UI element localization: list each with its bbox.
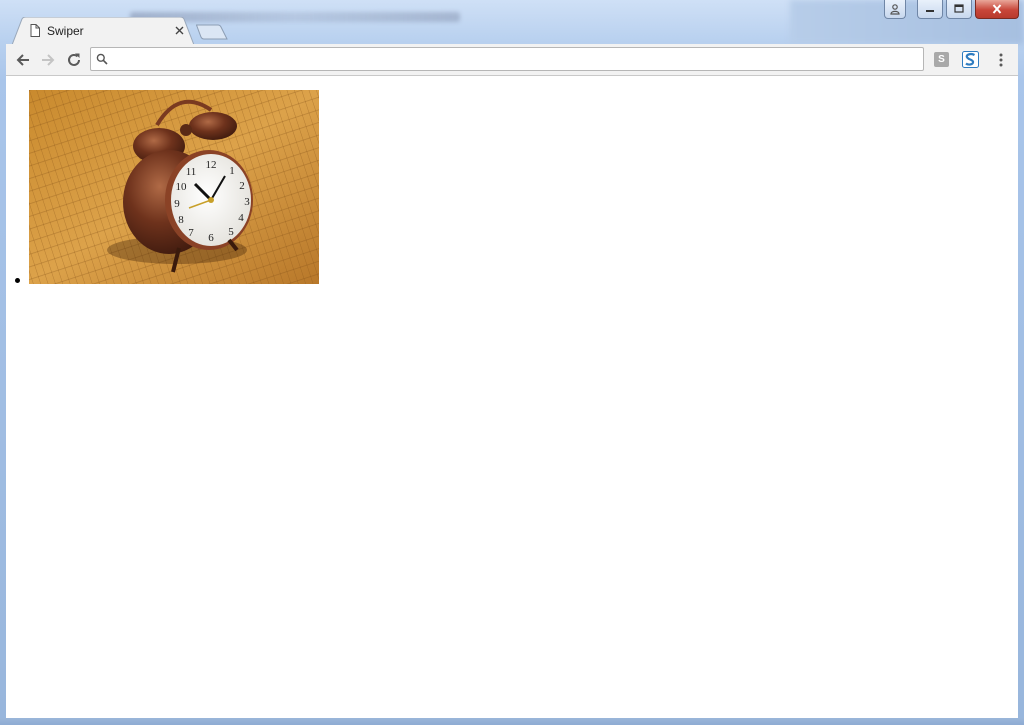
user-icon: [890, 4, 900, 15]
maximize-button[interactable]: [946, 0, 972, 19]
arrow-right-icon: [42, 54, 55, 66]
reload-button[interactable]: [64, 50, 84, 70]
profile-button[interactable]: [884, 0, 906, 19]
tab-swiper[interactable]: Swiper: [12, 17, 194, 45]
new-tab-button[interactable]: [196, 24, 228, 40]
address-bar[interactable]: [90, 47, 924, 71]
maximize-icon: [954, 4, 964, 13]
s-extension-label: S: [938, 54, 945, 65]
tab-close-button[interactable]: [172, 23, 186, 37]
svg-text:11: 11: [186, 166, 197, 178]
forward-button[interactable]: [38, 50, 58, 70]
reload-icon: [68, 53, 80, 66]
s-extension-button[interactable]: S: [934, 52, 949, 67]
kebab-menu-icon[interactable]: [994, 52, 1008, 68]
close-window-button[interactable]: [975, 0, 1019, 19]
svg-text:1: 1: [229, 165, 235, 177]
window-controls: [884, 0, 1019, 20]
browser-toolbar: S: [6, 44, 1018, 76]
minimize-icon: [926, 10, 934, 12]
page-viewport: 12 1 2 3 4 5 6 7 8 9 10 11: [6, 76, 1018, 718]
svg-text:7: 7: [188, 227, 194, 239]
tab-title: Swiper: [47, 24, 84, 38]
window-bottom-edge: [0, 718, 1024, 725]
minimize-button[interactable]: [917, 0, 943, 19]
svg-text:4: 4: [238, 212, 244, 224]
close-icon: [175, 26, 183, 34]
alarm-clock-photo: 12 1 2 3 4 5 6 7 8 9 10 11: [29, 90, 319, 284]
svg-text:8: 8: [178, 214, 184, 226]
svg-text:10: 10: [176, 181, 188, 193]
svg-text:12: 12: [206, 159, 217, 171]
back-button[interactable]: [13, 50, 33, 70]
list-bullet: [15, 278, 20, 283]
blue-s-extension-icon[interactable]: [962, 51, 979, 68]
close-icon: [992, 4, 1002, 14]
arrow-left-icon: [16, 54, 29, 66]
svg-text:9: 9: [174, 198, 180, 210]
address-input[interactable]: [113, 50, 913, 68]
document-icon: [30, 24, 40, 37]
search-icon: [96, 53, 108, 65]
svg-text:6: 6: [208, 232, 214, 244]
svg-text:2: 2: [239, 180, 245, 192]
svg-text:5: 5: [228, 226, 234, 238]
svg-text:3: 3: [244, 196, 250, 208]
